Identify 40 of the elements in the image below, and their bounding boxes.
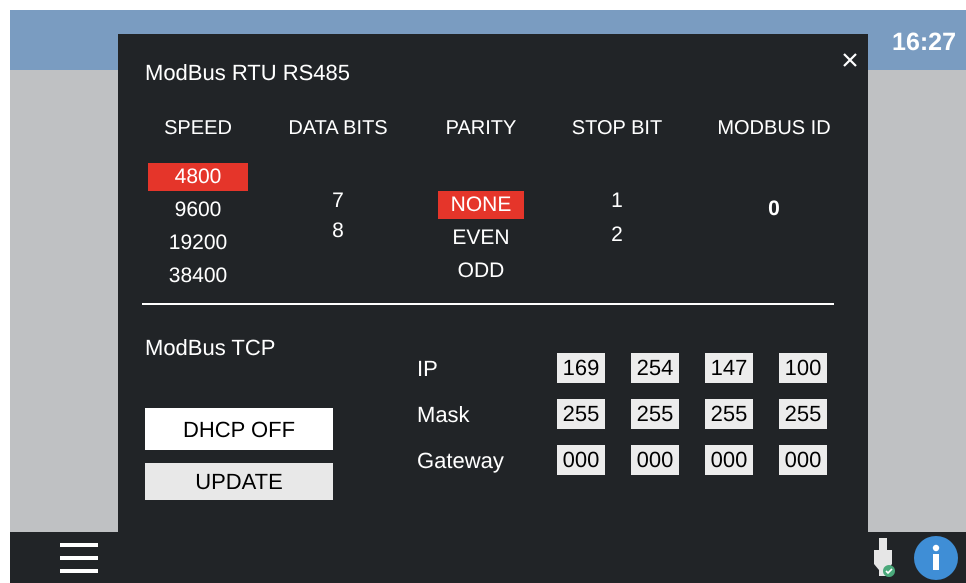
column-header: STOP BIT: [572, 116, 662, 141]
octet-field[interactable]: 000: [557, 445, 605, 475]
octet-field[interactable]: 000: [705, 445, 753, 475]
option-item[interactable]: 4800: [148, 163, 248, 191]
address-label: Mask: [417, 400, 471, 428]
column-header: DATA BITS: [288, 116, 388, 141]
octet-field[interactable]: 254: [631, 353, 679, 383]
address-label: Gateway: [417, 446, 505, 475]
option-item[interactable]: EVEN: [452, 224, 510, 252]
option-item[interactable]: 19200: [168, 229, 228, 257]
option-item[interactable]: 8: [332, 217, 344, 245]
octet-field[interactable]: 147: [705, 353, 753, 383]
octet-field[interactable]: 255: [779, 399, 827, 429]
octet-field[interactable]: 255: [631, 399, 679, 429]
octet-field[interactable]: 000: [631, 445, 679, 475]
option-item[interactable]: 1: [611, 187, 623, 215]
menu-icon[interactable]: [60, 540, 98, 574]
octet-field[interactable]: 000: [779, 445, 827, 475]
option-item[interactable]: NONE: [438, 191, 524, 219]
column-header: SPEED: [164, 116, 232, 141]
column-header: MODBUS ID: [717, 116, 831, 141]
option-item[interactable]: 38400: [168, 262, 228, 290]
clock-time: 16:27: [892, 27, 956, 58]
address-label: IP: [417, 354, 439, 382]
dialog-title: ModBus RTU RS485: [145, 59, 350, 87]
option-item[interactable]: 9600: [174, 196, 222, 224]
octet-field[interactable]: 255: [705, 399, 753, 429]
option-item[interactable]: 2: [611, 221, 623, 249]
update-button[interactable]: UPDATE: [145, 463, 333, 500]
octet-field[interactable]: 169: [557, 353, 605, 383]
modbus-id-value[interactable]: 0: [768, 193, 780, 224]
dhcp-button[interactable]: DHCP OFF: [145, 408, 333, 450]
column-header: PARITY: [446, 116, 516, 141]
option-item[interactable]: 7: [332, 187, 344, 215]
info-icon[interactable]: [914, 536, 958, 580]
octet-field[interactable]: 255: [557, 399, 605, 429]
section-title: ModBus TCP: [145, 334, 276, 362]
option-item[interactable]: ODD: [458, 257, 504, 285]
octet-field[interactable]: 100: [779, 353, 827, 383]
close-icon[interactable]: [842, 52, 858, 68]
